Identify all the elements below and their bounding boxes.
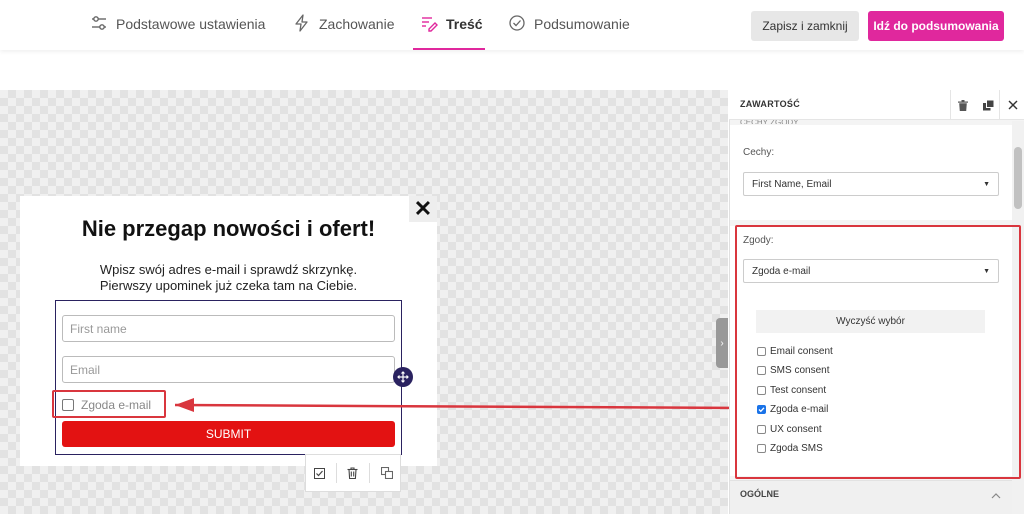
option-checkbox[interactable]: [757, 425, 766, 434]
features-select-value: First Name, Email: [752, 178, 832, 190]
features-label: Cechy:: [743, 147, 775, 158]
move-icon[interactable]: [393, 367, 413, 387]
header-divider: [999, 90, 1000, 120]
option-label: Email consent: [770, 346, 833, 357]
clear-selection-button[interactable]: Wyczyść wybór: [756, 310, 985, 333]
popup-title[interactable]: Nie przegap nowości i ofert!: [20, 216, 437, 242]
top-navigation-bar: Podstawowe ustawienia Zachowanie Treść P…: [0, 0, 1024, 50]
tab-content[interactable]: Treść: [413, 0, 485, 50]
save-and-close-button[interactable]: Zapisz i zamknij: [751, 11, 859, 41]
first-name-input[interactable]: First name: [62, 315, 395, 342]
consent-option[interactable]: Email consent: [757, 346, 833, 357]
trash-icon[interactable]: [954, 96, 972, 114]
popup-subtitle[interactable]: Wpisz swój adres e-mail i sprawdź skrzyn…: [20, 262, 437, 294]
panel-title: ZAWARTOŚĆ: [740, 99, 801, 109]
select-checkbox-icon[interactable]: [309, 463, 329, 483]
collapse-panel-handle[interactable]: ›: [716, 318, 728, 368]
popup-subtitle-line-1: Wpisz swój adres e-mail i sprawdź skrzyn…: [99, 262, 358, 277]
content-edit-icon: [420, 14, 438, 35]
consents-select[interactable]: Zgoda e-mail ▼: [743, 259, 999, 283]
lightning-icon: [293, 13, 311, 35]
duplicate-icon[interactable]: [377, 463, 397, 483]
spacer-area: [0, 50, 1024, 90]
consents-select-value: Zgoda e-mail: [752, 265, 811, 277]
option-checkbox[interactable]: [757, 347, 766, 356]
consent-option[interactable]: SMS consent: [757, 365, 829, 376]
option-label: UX consent: [770, 424, 822, 435]
tab-basic-settings[interactable]: Podstawowe ustawienia: [90, 0, 265, 48]
toolbar-divider: [369, 463, 371, 483]
consent-option[interactable]: Zgoda e-mail: [757, 404, 828, 415]
tab-behavior[interactable]: Zachowanie: [293, 0, 395, 48]
tab-basic-settings-label: Podstawowe ustawienia: [116, 16, 266, 32]
copy-icon[interactable]: [979, 96, 997, 114]
option-label: Zgoda e-mail: [770, 404, 829, 415]
email-consent-checkbox-row[interactable]: Zgoda e-mail: [62, 398, 151, 412]
option-checkbox[interactable]: [757, 366, 766, 375]
block-toolbar: [305, 454, 401, 492]
features-select[interactable]: First Name, Email ▼: [743, 172, 999, 196]
email-input[interactable]: Email: [62, 356, 395, 383]
close-icon[interactable]: [1004, 96, 1022, 114]
annotation-arrow: [174, 398, 749, 412]
submit-button[interactable]: SUBMIT: [62, 421, 395, 447]
consent-option[interactable]: Test consent: [757, 385, 826, 396]
sliders-icon: [90, 14, 108, 35]
chevron-down-icon: ▼: [983, 180, 990, 188]
option-checkbox[interactable]: [757, 386, 766, 395]
option-checkbox[interactable]: [757, 444, 766, 453]
go-to-summary-button[interactable]: Idź do podsumowania: [868, 11, 1004, 41]
consent-option[interactable]: Zgoda SMS: [757, 443, 823, 454]
option-label: SMS consent: [770, 365, 830, 376]
option-checkbox-checked[interactable]: [757, 405, 766, 414]
tab-summary-label: Podsumowanie: [534, 16, 630, 32]
tab-summary[interactable]: Podsumowanie: [508, 0, 630, 48]
tab-content-label: Treść: [446, 16, 483, 32]
check-circle-icon: [508, 14, 526, 35]
panel-scrollbar-thumb[interactable]: [1014, 147, 1022, 209]
header-divider: [950, 90, 951, 120]
popup-subtitle-line-2: Pierwszy upominek już czeka tam na Ciebi…: [99, 278, 358, 293]
consents-label: Zgody:: [743, 235, 774, 246]
chevron-up-icon[interactable]: [990, 488, 1002, 499]
trash-icon[interactable]: [343, 463, 363, 483]
option-label: Test consent: [770, 385, 827, 396]
consent-label: Zgoda e-mail: [81, 398, 152, 412]
consent-option[interactable]: UX consent: [757, 424, 822, 435]
tab-behavior-label: Zachowanie: [319, 16, 395, 32]
chevron-down-icon: ▼: [983, 267, 990, 275]
option-label: Zgoda SMS: [770, 443, 823, 454]
toolbar-divider: [335, 463, 337, 483]
general-section-title: OGÓLNE: [740, 489, 780, 499]
consent-checkbox[interactable]: [62, 399, 74, 411]
